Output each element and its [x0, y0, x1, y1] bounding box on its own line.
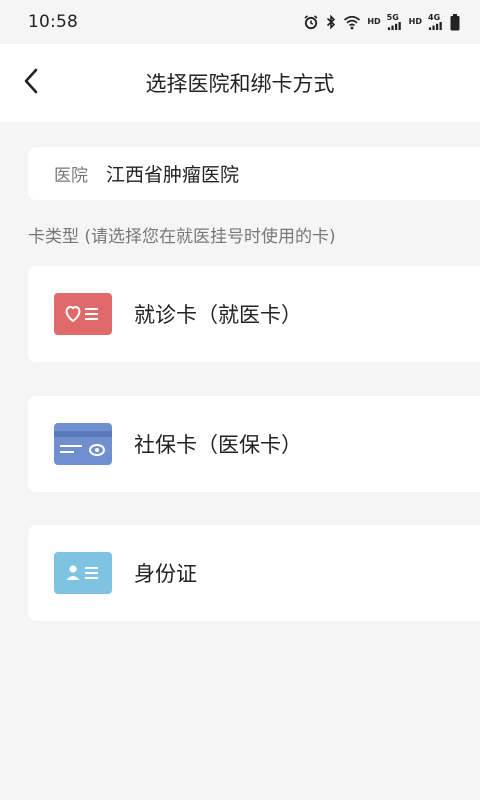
net-type-1: 5G	[386, 13, 399, 22]
card-option-id-card[interactable]: 身份证	[28, 525, 480, 621]
card-type-hint: 卡类型 (请选择您在就医挂号时使用的卡)	[28, 227, 336, 247]
card-option-label: 身份证	[134, 562, 197, 586]
net-type-2: 4G	[428, 13, 441, 22]
hd-indicator-1: HD	[367, 17, 381, 26]
status-bar: 10:58 HD 5G HD 4G	[0, 0, 480, 44]
back-button[interactable]	[14, 64, 48, 102]
status-time: 10:58	[28, 12, 78, 32]
card-option-label: 就诊卡（就医卡）	[134, 303, 302, 327]
alarm-icon	[303, 14, 319, 30]
social-security-card-icon	[54, 423, 112, 465]
bluetooth-icon	[325, 14, 337, 30]
hospital-label: 医院	[54, 166, 88, 186]
medical-card-icon	[54, 293, 112, 335]
nav-bar: 选择医院和绑卡方式	[0, 44, 480, 122]
hospital-name: 江西省肿瘤医院	[106, 164, 240, 186]
wifi-icon	[343, 14, 361, 30]
page-title: 选择医院和绑卡方式	[145, 72, 335, 96]
battery-icon	[450, 13, 460, 30]
signal-icon-1: 5G	[387, 14, 403, 30]
id-card-icon	[54, 552, 112, 594]
card-option-label: 社保卡（医保卡）	[134, 433, 302, 457]
chevron-left-icon	[22, 68, 40, 98]
hospital-row: 医院 江西省肿瘤医院	[28, 147, 480, 200]
card-option-social-security-card[interactable]: 社保卡（医保卡）	[28, 396, 480, 492]
card-option-medical-card[interactable]: 就诊卡（就医卡）	[28, 266, 480, 362]
hd-indicator-2: HD	[408, 17, 422, 26]
signal-icon-2: 4G	[428, 14, 444, 30]
status-icons: HD 5G HD 4G	[303, 13, 460, 30]
